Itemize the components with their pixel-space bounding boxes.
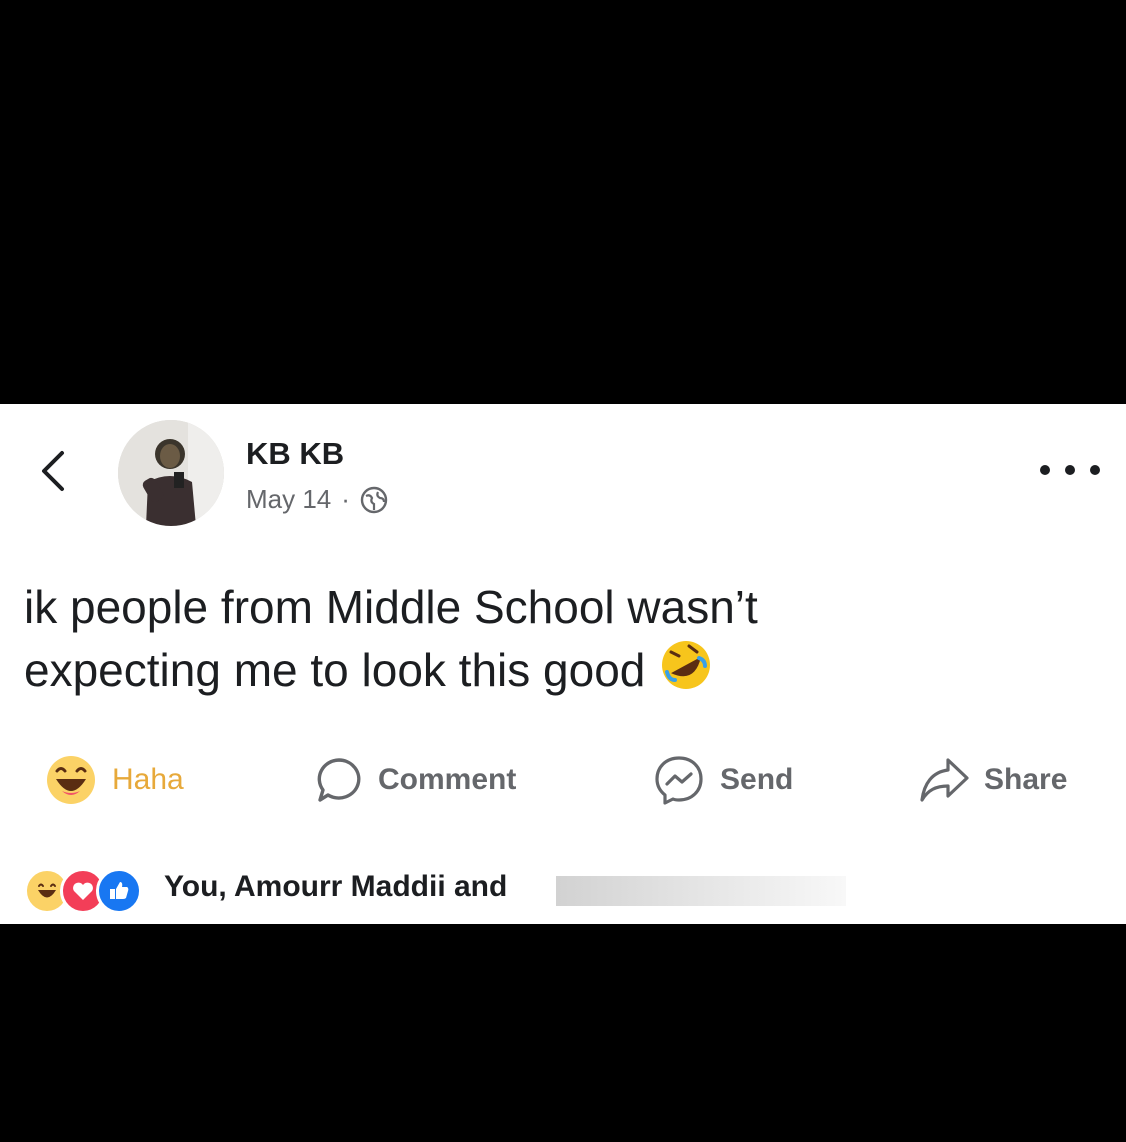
action-bar: Haha Comment Send Share [0,754,1126,806]
more-options-icon [1040,465,1050,475]
reaction-icons[interactable] [24,868,142,914]
author-name[interactable]: KB KB [246,436,344,472]
post-date[interactable]: May 14 [246,484,331,515]
post-meta: May 14 · [246,484,388,515]
post-text-line-2: expecting me to look this good [24,644,646,696]
send-button[interactable]: Send [652,754,793,806]
post-text: ik people from Middle School wasn’t expe… [24,576,1104,707]
like-icon [96,868,142,914]
comment-button[interactable]: Comment [314,754,516,806]
back-button[interactable] [30,448,76,494]
avatar[interactable] [118,420,224,526]
more-dot [1090,465,1100,475]
reactions-summary[interactable]: You, Amourr Maddii and [164,870,507,904]
share-label: Share [984,763,1068,796]
post-text-line-2-wrap: expecting me to look this good [24,638,1104,707]
post-card: KB KB May 14 · ik people from Middle Sch… [0,404,1126,924]
meta-separator: · [341,484,350,514]
rolling-on-floor-laughing-emoji [659,638,713,707]
share-icon [920,758,969,802]
messenger-icon [655,756,703,805]
send-label: Send [720,763,794,796]
share-button[interactable]: Share [918,754,1067,806]
post-text-line-1: ik people from Middle School wasn’t [24,581,758,633]
more-options-button[interactable] [1040,460,1100,480]
back-chevron-icon [42,451,64,491]
reaction-label: Haha [112,763,184,796]
watermark-overlay [556,876,846,906]
reaction-button[interactable]: Haha [44,754,184,806]
globe-icon [360,486,388,513]
more-dot [1065,465,1075,475]
comment-icon [317,758,361,802]
avatar-photo [118,420,224,526]
comment-label: Comment [378,763,517,796]
haha-icon [47,756,95,804]
